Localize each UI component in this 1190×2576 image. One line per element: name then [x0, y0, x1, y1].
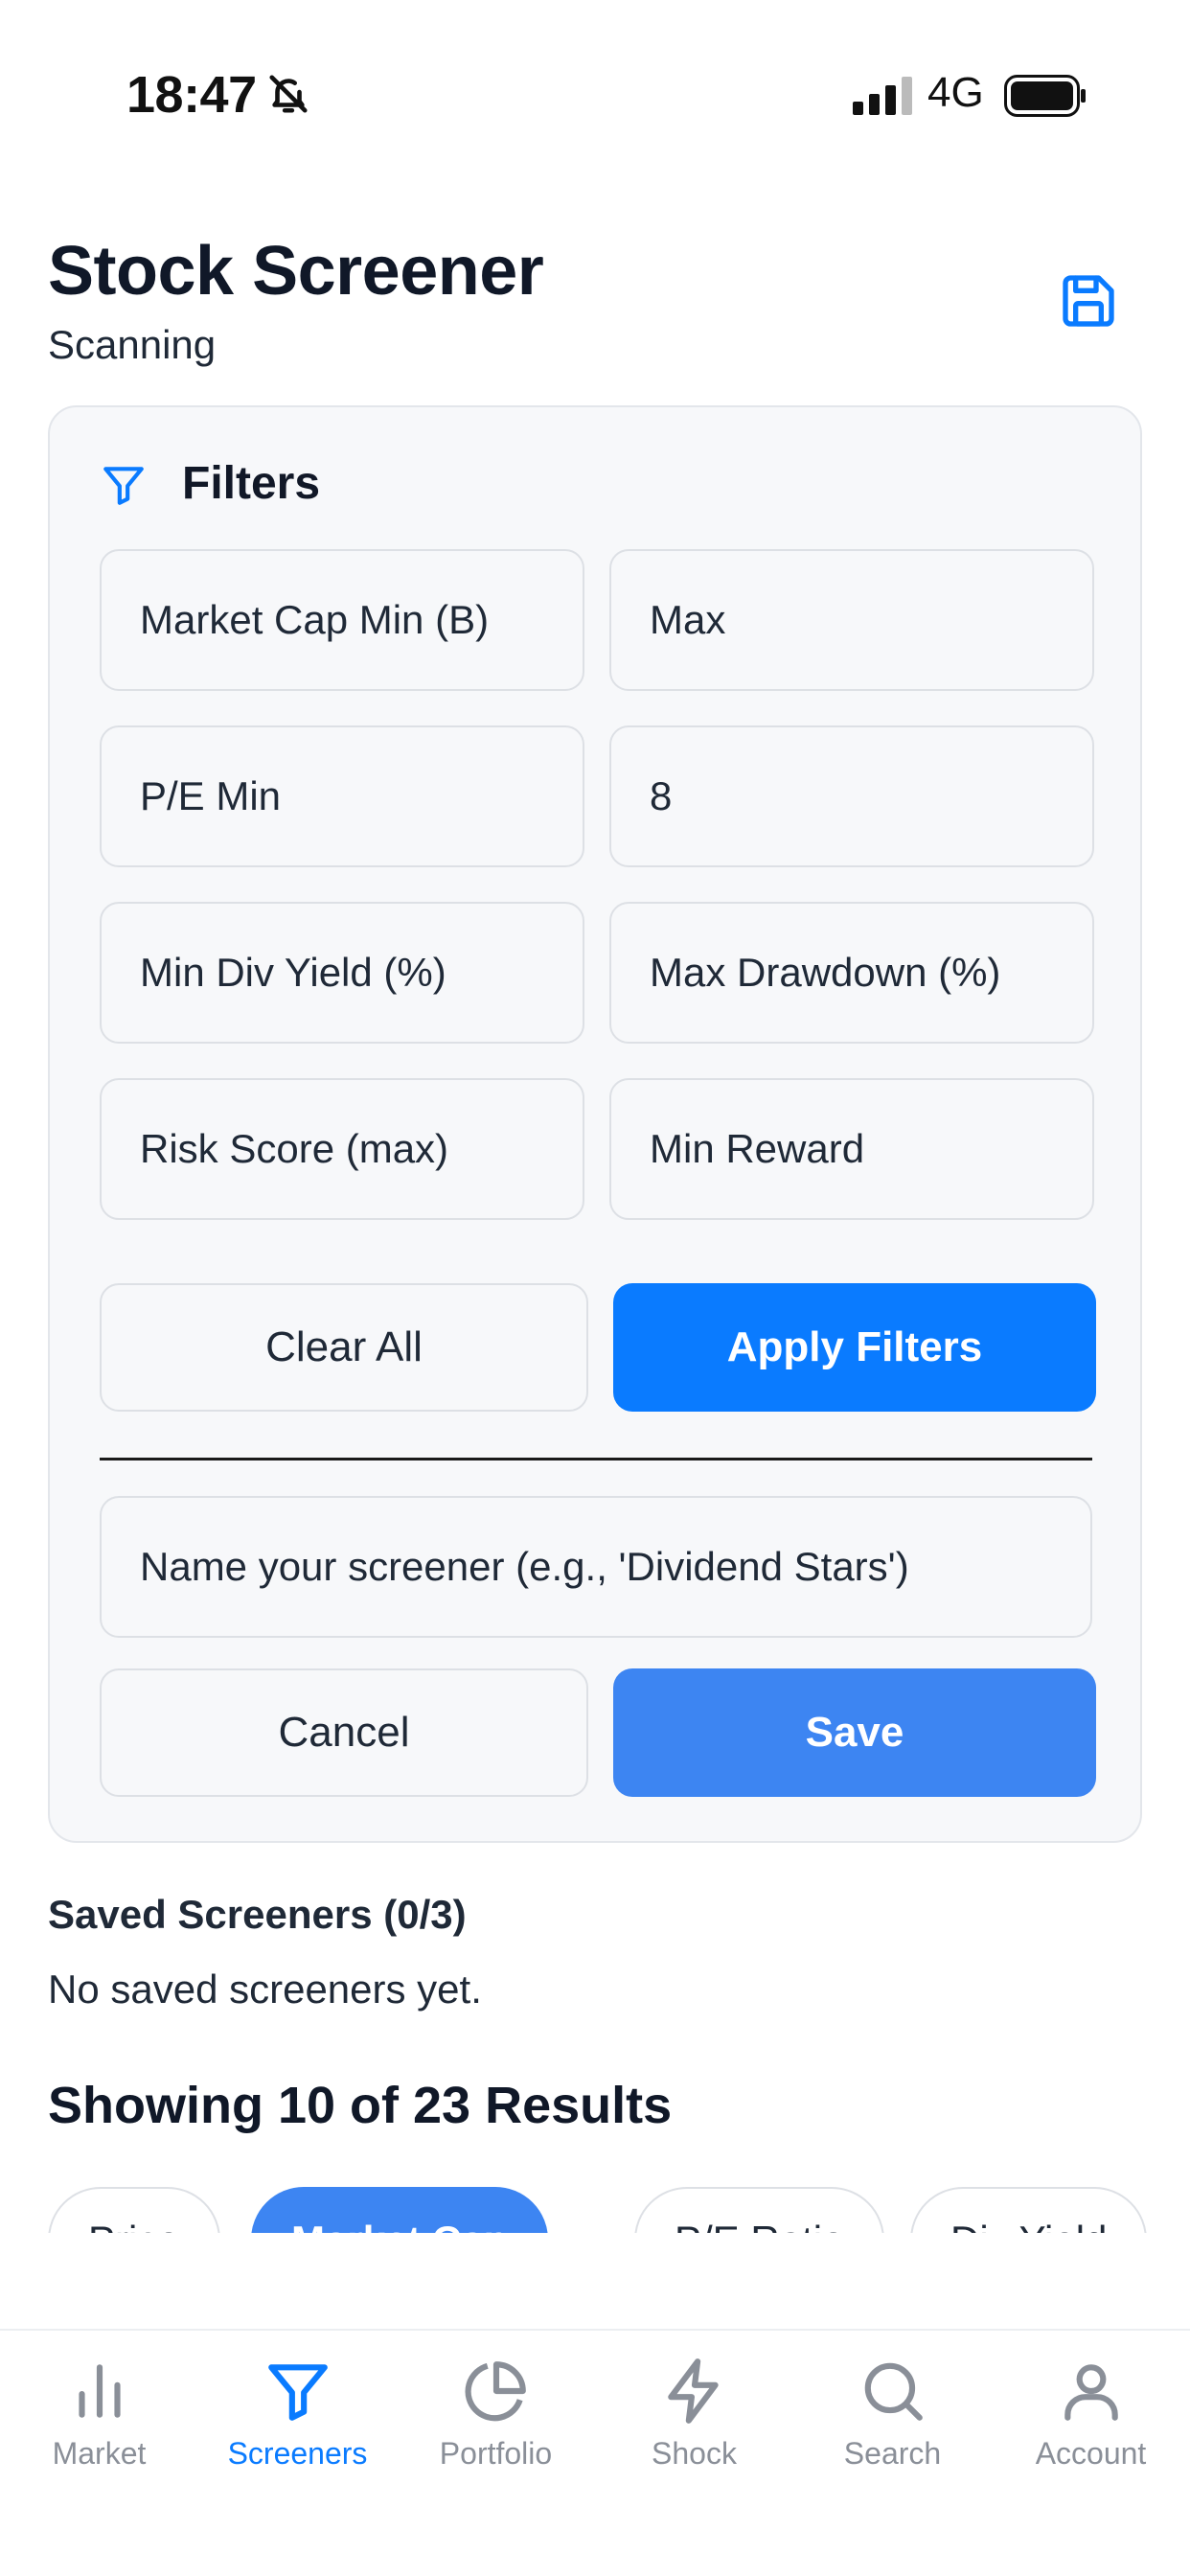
user-icon: [1064, 2364, 1118, 2421]
cancel-button[interactable]: Cancel: [100, 1668, 588, 1797]
network-type: 4G: [927, 69, 984, 116]
filter-icon: [267, 2364, 328, 2421]
tab-bar: Market Screeners Portfolio Shock Search …: [0, 2329, 1190, 2576]
results-title: Showing 10 of 23 Results: [48, 2077, 673, 2134]
cellular-signal-icon: [853, 77, 912, 115]
clear-all-button[interactable]: Clear All: [100, 1283, 588, 1412]
tab-market[interactable]: Market: [0, 2356, 198, 2499]
pe-min-input[interactable]: P/E Min: [100, 725, 584, 867]
bell-muted-icon: [269, 75, 308, 113]
bar-chart-icon: [78, 2364, 121, 2418]
tab-portfolio[interactable]: Portfolio: [397, 2356, 595, 2499]
tab-screeners[interactable]: Screeners: [198, 2356, 397, 2499]
pie-chart-icon: [465, 2361, 526, 2422]
filter-card: Filters Market Cap Min (B) Max P/E Min 8…: [48, 405, 1142, 1843]
tab-label: Search: [843, 2436, 942, 2471]
tab-search[interactable]: Search: [793, 2356, 992, 2499]
search-icon: [864, 2362, 923, 2421]
page-subtitle: Scanning: [48, 322, 217, 367]
saved-screeners-title: Saved Screeners (0/3): [48, 1892, 467, 1937]
sort-chips: Price Market Cap P/E Ratio Div Yield: [0, 2166, 1190, 2233]
market-cap-max-input[interactable]: Max: [609, 549, 1094, 691]
sort-chip-div-yield[interactable]: Div Yield: [910, 2187, 1148, 2233]
sort-chip-price[interactable]: Price: [48, 2187, 220, 2233]
tab-label: Shock: [652, 2436, 737, 2471]
max-drawdown-input[interactable]: Max Drawdown (%): [609, 902, 1094, 1044]
save-icon[interactable]: [1058, 270, 1119, 332]
sort-chip-market-cap[interactable]: Market Cap: [251, 2187, 549, 2233]
save-button[interactable]: Save: [613, 1668, 1096, 1797]
tab-label: Screeners: [227, 2436, 368, 2471]
tab-label: Account: [1035, 2436, 1147, 2471]
market-cap-min-input[interactable]: Market Cap Min (B): [100, 549, 584, 691]
divider: [100, 1458, 1092, 1460]
filter-icon: [103, 467, 144, 505]
screener-name-input[interactable]: Name your screener (e.g., 'Dividend Star…: [100, 1496, 1092, 1638]
status-bar: 18:47 4G: [0, 0, 1190, 192]
min-div-yield-input[interactable]: Min Div Yield (%): [100, 902, 584, 1044]
tab-shock[interactable]: Shock: [595, 2356, 793, 2499]
sort-chip-pe-ratio[interactable]: P/E Ratio: [634, 2187, 885, 2233]
lightning-icon: [667, 2358, 719, 2424]
risk-score-max-input[interactable]: Risk Score (max): [100, 1078, 584, 1220]
min-reward-input[interactable]: Min Reward: [609, 1078, 1094, 1220]
pe-max-input[interactable]: 8: [609, 725, 1094, 867]
apply-filters-button[interactable]: Apply Filters: [613, 1283, 1096, 1412]
tab-label: Portfolio: [439, 2436, 553, 2471]
status-time: 18:47: [126, 66, 257, 124]
page-title: Stock Screener: [48, 233, 544, 310]
saved-screeners-empty: No saved screeners yet.: [48, 1966, 482, 2012]
tab-label: Market: [52, 2436, 147, 2471]
tab-account[interactable]: Account: [992, 2356, 1190, 2499]
battery-icon: [1004, 75, 1086, 117]
filters-title: Filters: [182, 458, 321, 509]
